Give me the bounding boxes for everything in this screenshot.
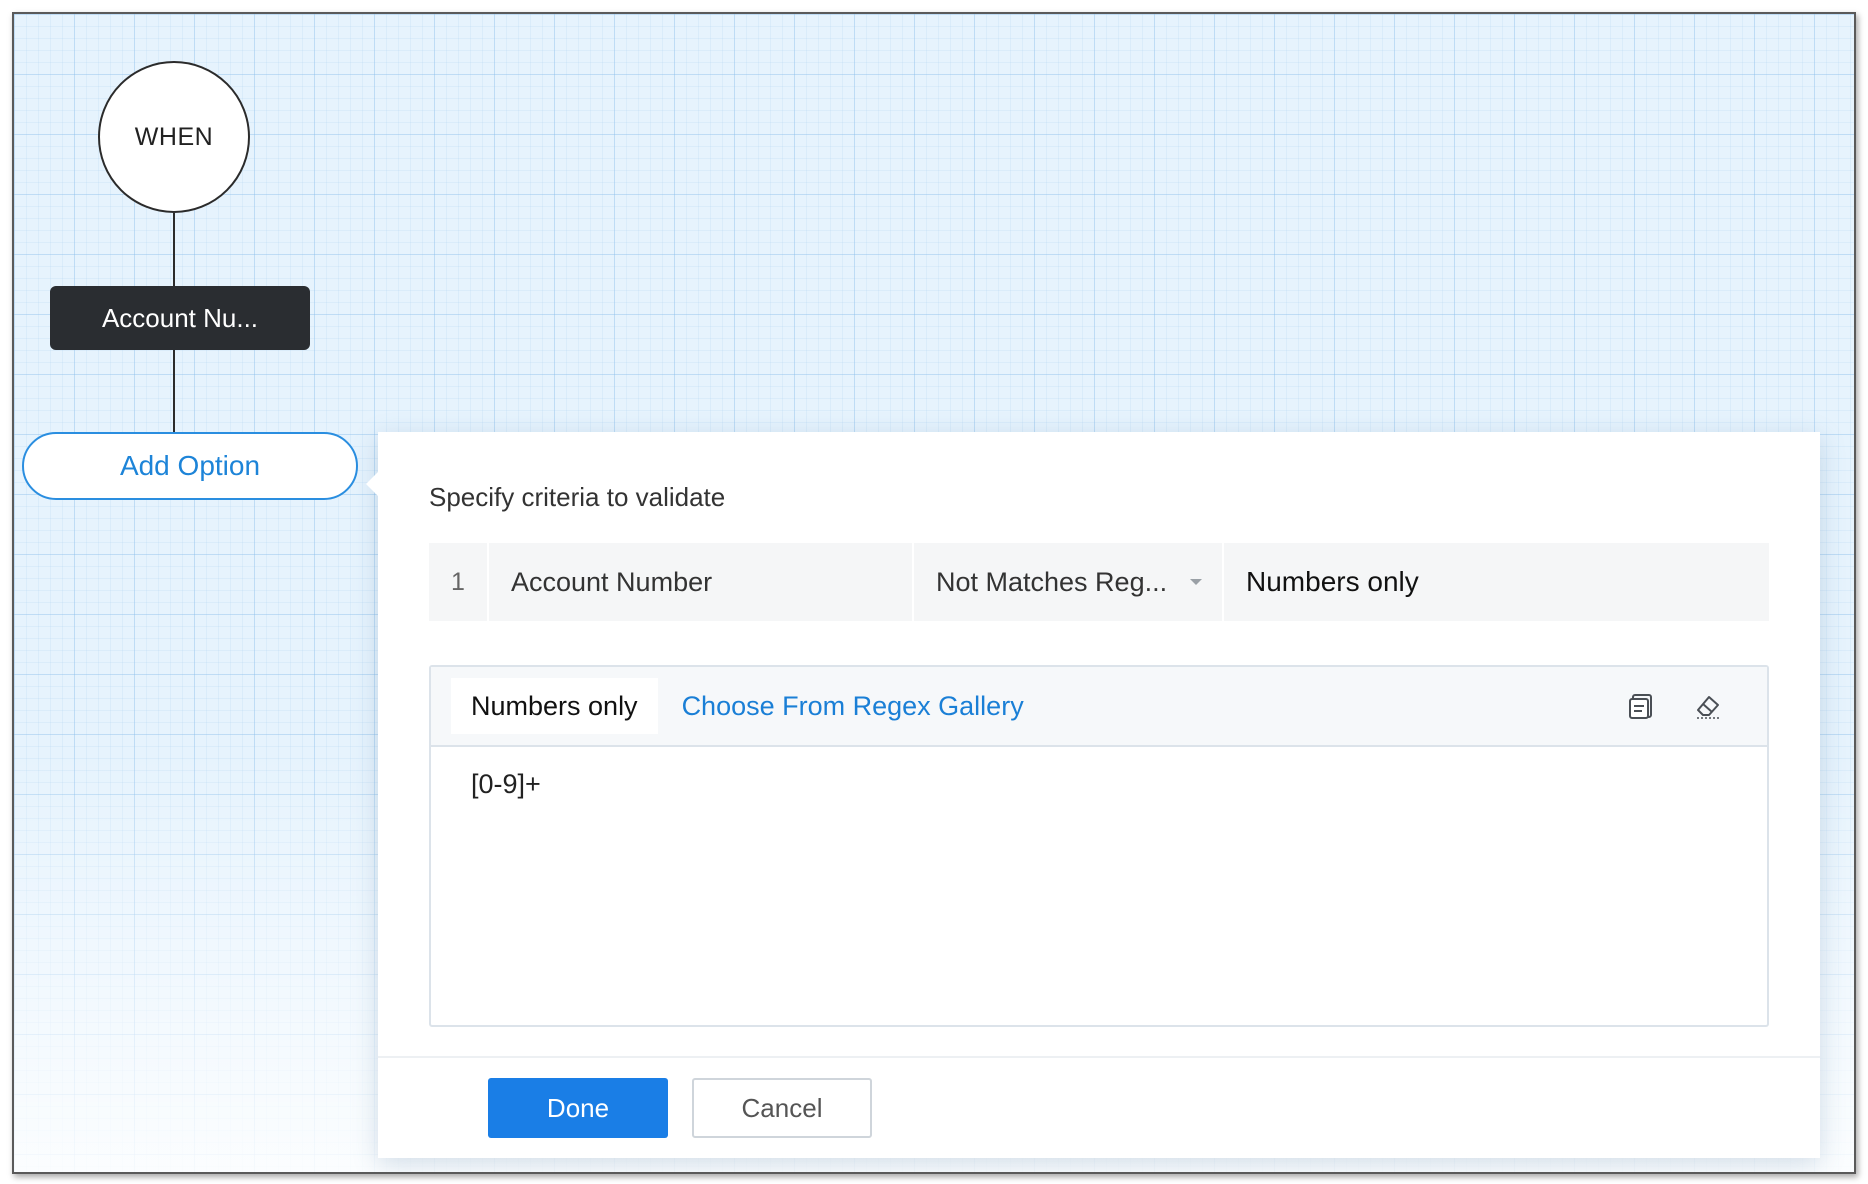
field-node-label: Account Nu... [101,302,259,333]
connector-line-top [173,213,175,286]
panel-title: Specify criteria to validate [429,482,726,512]
when-label: WHEN [134,122,214,151]
add-option-button[interactable]: Add Option [22,432,358,500]
when-node[interactable]: WHEN [98,61,250,213]
workflow-canvas: WHEN Account Nu... Add Option Specify cr… [12,12,1856,1174]
eraser-icon[interactable] [1693,691,1723,721]
copy-icon[interactable] [1627,691,1657,721]
criteria-value[interactable]: Numbers only [1224,543,1769,621]
regex-editor: Numbers only Choose From Regex Gallery [… [429,665,1769,1027]
regex-toolbar: Numbers only Choose From Regex Gallery [431,667,1767,747]
criteria-panel: Specify criteria to validate 1 Account N… [366,432,1820,1158]
criteria-operator-label: Not Matches Reg... [936,566,1168,597]
panel-footer: Done Cancel [378,1056,1820,1158]
criteria-field[interactable]: Account Number [489,543,914,621]
criteria-operator-select[interactable]: Not Matches Reg... [914,543,1224,621]
field-node[interactable]: Account Nu... [50,286,310,350]
regex-expression-input[interactable]: [0-9]+ [431,747,1767,822]
criteria-row: 1 Account Number Not Matches Reg... Numb… [429,543,1769,621]
chevron-down-icon [1190,579,1202,585]
panel-pointer [366,472,378,496]
regex-tab-numbers-only[interactable]: Numbers only [451,678,658,734]
done-button[interactable]: Done [488,1078,668,1138]
connector-line-bottom [173,350,175,432]
cancel-button[interactable]: Cancel [692,1078,872,1138]
regex-gallery-link[interactable]: Choose From Regex Gallery [682,691,1024,722]
criteria-index: 1 [429,543,489,621]
